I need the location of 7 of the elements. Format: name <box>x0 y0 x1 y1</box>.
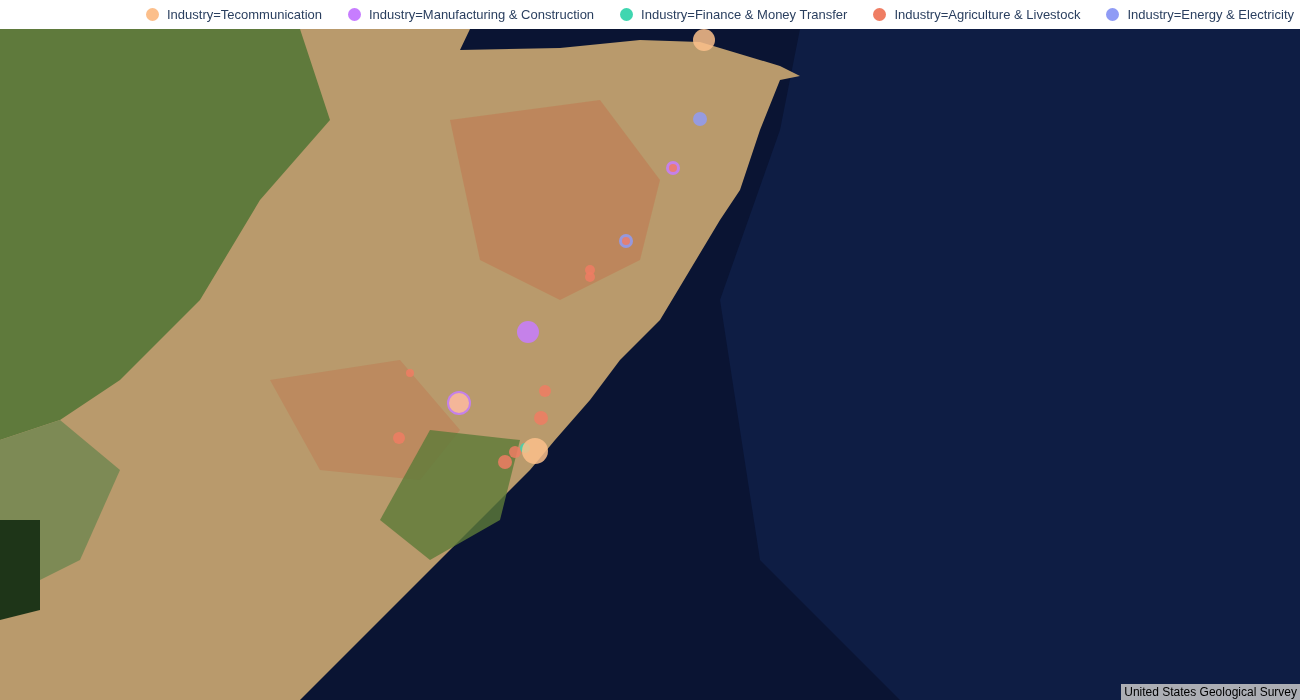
legend-item[interactable]: Industry=Finance & Money Transfer <box>641 7 848 22</box>
legend-item[interactable]: Industry=Tecommunication <box>167 7 322 22</box>
legend-item[interactable]: Industry=Energy & Electricity <box>1127 7 1294 22</box>
map-attribution: United States Geological Survey <box>1121 684 1300 700</box>
legend-item[interactable]: Industry=Manufacturing & Construction <box>369 7 595 22</box>
legend-item[interactable]: Industry=Agriculture & Livestock <box>894 7 1081 22</box>
satellite-map[interactable]: United States Geological Survey <box>0 29 1300 700</box>
